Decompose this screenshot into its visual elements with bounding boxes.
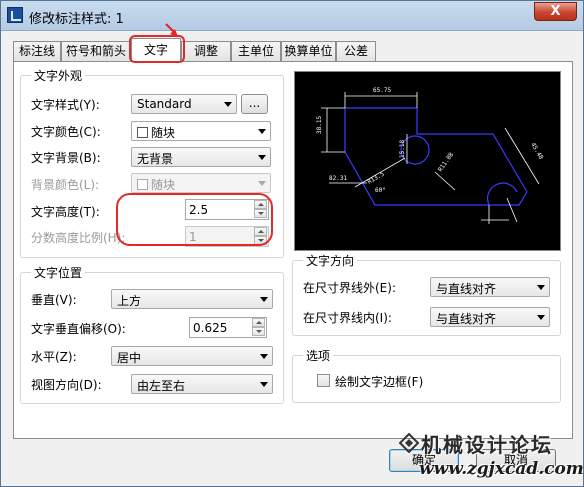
horizontal-value: 居中 (117, 351, 142, 365)
text-style-label: 文字样式(Y): (31, 98, 100, 112)
tab-lines[interactable]: 标注线 (13, 41, 61, 61)
app-icon (7, 7, 23, 23)
draw-frame-label: 绘制文字边框(F) (335, 375, 424, 389)
fill-color-value: 无背景 (137, 152, 174, 166)
chevron-down-icon (260, 354, 268, 359)
offset-value: 0.625 (193, 321, 228, 335)
chevron-down-icon (258, 181, 266, 186)
offset-input[interactable]: 0.625 (189, 317, 267, 338)
text-appearance-title: 文字外观 (31, 67, 86, 84)
options-title: 选项 (303, 347, 334, 364)
tab-alternate-units[interactable]: 换算单位 (281, 41, 336, 61)
inside-extension-label: 在尺寸界线内(I): (303, 311, 392, 325)
preview-angle: 60° (375, 187, 386, 194)
fraction-height-input: 1 (185, 226, 269, 247)
vertical-select[interactable]: 上方 (111, 289, 273, 309)
text-alignment-title: 文字方向 (303, 252, 358, 269)
draw-frame-checkbox[interactable] (317, 374, 330, 387)
text-style-select[interactable]: Standard (131, 94, 237, 114)
offset-label: 文字垂直偏移(O): (31, 322, 126, 336)
outside-extension-label: 在尺寸界线外(E): (303, 281, 396, 295)
spin-down-icon[interactable] (252, 327, 265, 336)
inside-extension-select[interactable]: 与直线对齐 (430, 307, 550, 327)
spin-down-icon (254, 236, 267, 245)
view-direction-select[interactable]: 由左至右 (131, 374, 273, 394)
color-swatch-icon (137, 127, 148, 138)
text-color-value: 随块 (151, 126, 176, 140)
window-title: 修改标注样式: 1 (29, 12, 124, 27)
outside-extension-value: 与直线对齐 (436, 282, 497, 296)
horizontal-label: 水平(Z): (31, 350, 77, 364)
chevron-down-icon (224, 102, 232, 107)
background-color-select: 随块 (131, 173, 271, 193)
preview-drawing: 65.75 38.15 45.48 15.18 R13.5 R11.08 82.… (316, 87, 545, 224)
text-height-input[interactable]: 2.5 (185, 199, 269, 220)
dimension-preview: 65.75 38.15 45.48 15.18 R13.5 R11.08 82.… (294, 71, 561, 251)
preview-dim-top: 65.75 (373, 87, 391, 94)
vertical-label: 垂直(V): (31, 293, 77, 307)
preview-radius-left: R13.5 (367, 170, 386, 185)
preview-radius-right: R11.08 (437, 151, 455, 173)
close-button[interactable]: X (534, 2, 577, 21)
view-direction-value: 由左至右 (137, 379, 186, 393)
tab-panel-text: 文字外观 文字样式(Y): Standard ... 文字颜色(C): 随块 文… (13, 61, 573, 439)
spin-up-icon[interactable] (254, 200, 267, 209)
text-placement-group: 文字位置 垂直(V): 上方 文字垂直偏移(O): 0.625 水平(Z): 居… (20, 264, 284, 404)
tab-primary-units[interactable]: 主单位 (231, 41, 281, 61)
vertical-value: 上方 (117, 294, 142, 308)
text-height-value: 2.5 (189, 203, 209, 217)
tab-fit[interactable]: 调整 (181, 41, 231, 61)
fill-color-label: 文字背景(B): (31, 151, 101, 165)
spin-up-icon (254, 227, 267, 236)
color-swatch-icon (137, 179, 148, 190)
text-alignment-group: 文字方向 在尺寸界线外(E): 与直线对齐 在尺寸界线内(I): 与直线对齐 (292, 252, 561, 336)
background-color-value: 随块 (151, 178, 176, 192)
text-placement-title: 文字位置 (31, 264, 86, 281)
chevron-down-icon (258, 129, 266, 134)
fraction-height-value: 1 (189, 230, 197, 244)
fraction-height-label: 分数高度比例(H): (31, 231, 126, 245)
preview-dim-mid: 15.18 (399, 140, 406, 158)
chevron-down-icon (260, 382, 268, 387)
fill-color-select[interactable]: 无背景 (131, 147, 271, 167)
chevron-down-icon (258, 155, 266, 160)
horizontal-select[interactable]: 居中 (111, 346, 273, 366)
inside-extension-value: 与直线对齐 (436, 312, 497, 326)
tab-text[interactable]: 文字 (131, 38, 181, 61)
red-arrow-annotation (165, 23, 178, 37)
text-style-browse-button[interactable]: ... (241, 94, 268, 114)
preview-dim-left: 38.15 (316, 116, 323, 134)
preview-dim-bottom-left: 82.31 (329, 175, 347, 182)
tab-symbols-arrows[interactable]: 符号和箭头 (61, 41, 131, 61)
outside-extension-select[interactable]: 与直线对齐 (430, 277, 550, 297)
ok-button[interactable]: 确定 (389, 449, 459, 472)
chevron-down-icon (537, 285, 545, 290)
text-height-label: 文字高度(T): (31, 205, 100, 219)
view-direction-label: 视图方向(D): (31, 378, 102, 392)
background-color-label: 背景颜色(L): (31, 178, 100, 192)
spin-down-icon[interactable] (254, 209, 267, 218)
options-group: 选项 绘制文字边框(F) (292, 347, 561, 403)
text-appearance-group: 文字外观 文字样式(Y): Standard ... 文字颜色(C): 随块 文… (20, 67, 284, 258)
dialog-window: 修改标注样式: 1 X 标注线 符号和箭头 文字 调整 主单位 换算单位 公差 … (0, 0, 584, 487)
spin-up-icon[interactable] (252, 318, 265, 327)
chevron-down-icon (260, 297, 268, 302)
text-color-label: 文字颜色(C): (31, 125, 101, 139)
cancel-button[interactable]: 取消 (476, 449, 556, 472)
text-color-select[interactable]: 随块 (131, 121, 271, 141)
tab-tolerances[interactable]: 公差 (336, 41, 376, 61)
chevron-down-icon (537, 315, 545, 320)
text-style-value: Standard (137, 97, 192, 111)
title-bar[interactable]: 修改标注样式: 1 X (1, 1, 583, 31)
preview-dim-right: 45.48 (529, 142, 544, 161)
